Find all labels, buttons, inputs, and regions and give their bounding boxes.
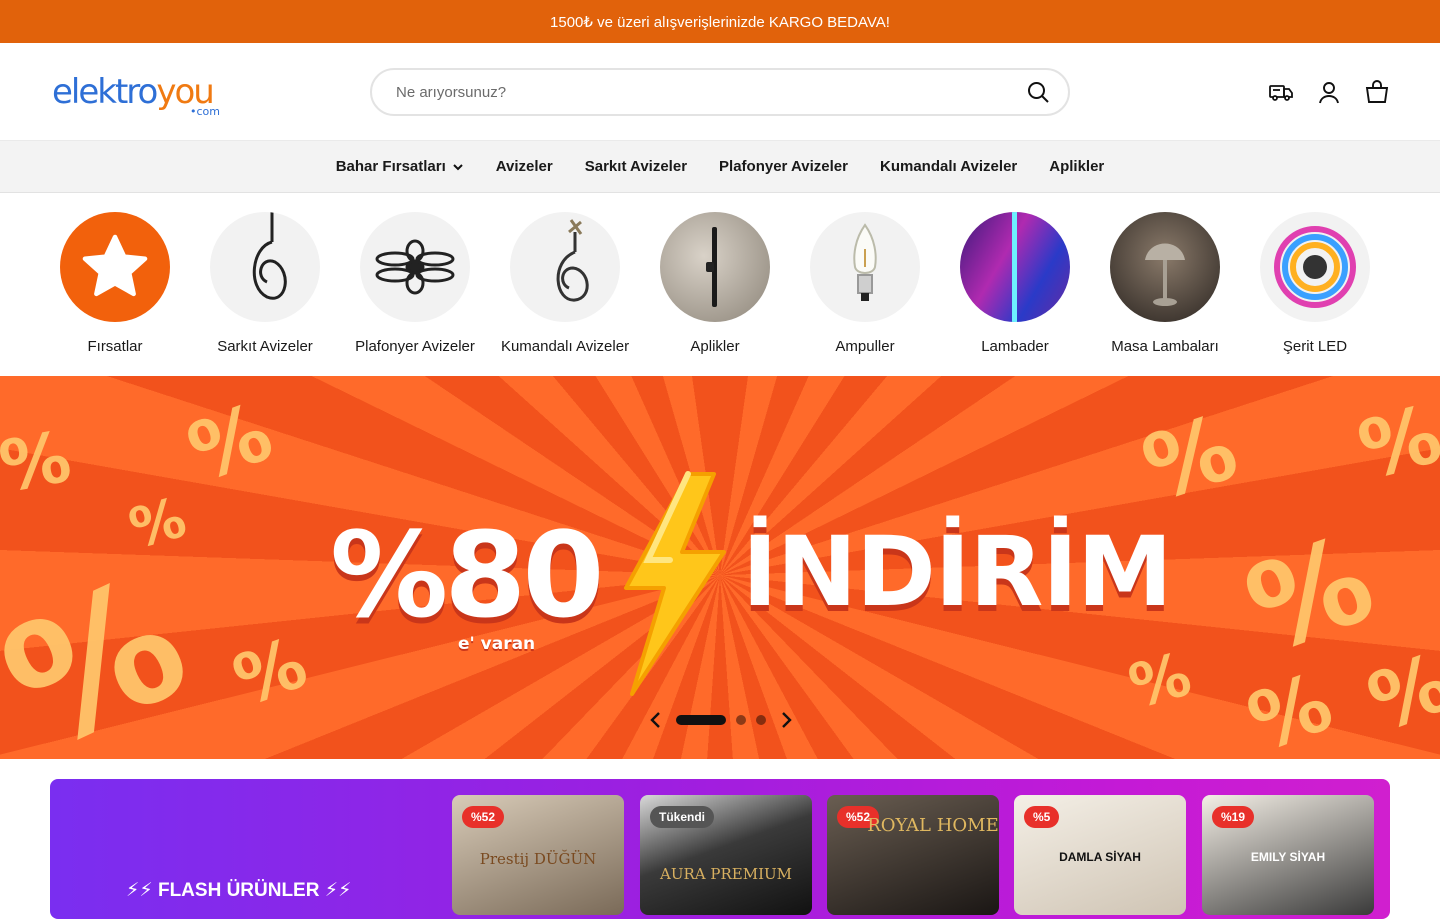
category-item[interactable]: Lambader <box>960 212 1070 376</box>
category-item[interactable]: Ampuller <box>810 212 920 376</box>
slide-dot-2[interactable] <box>736 715 746 725</box>
product-card[interactable]: %19 EMILY SİYAH <box>1202 795 1374 915</box>
bulb-icon <box>810 212 920 322</box>
site-header: elektroyou •com <box>0 43 1440 140</box>
site-logo[interactable]: elektroyou •com <box>52 72 222 118</box>
chevron-right-icon[interactable] <box>776 710 796 730</box>
product-image-text: AURA PREMIUM <box>660 865 792 883</box>
chevron-down-icon <box>453 163 463 170</box>
hero-banner[interactable]: % % % % % % % % % % % %80 e' varan İNDİR… <box>0 376 1440 759</box>
nav-item-avizeler[interactable]: Avizeler <box>496 158 553 175</box>
percent-decoration: % <box>1356 635 1440 750</box>
slide-dot-1[interactable] <box>676 715 726 725</box>
search-input[interactable] <box>396 83 1026 101</box>
announcement-bar: 1500₺ ve üzeri alışverişlerinizde KARGO … <box>0 0 1440 43</box>
main-nav: Bahar Fırsatları Avizeler Sarkıt Avizele… <box>0 140 1440 193</box>
remote-chandelier-icon <box>510 212 620 322</box>
nav-item-kumandali-avizeler[interactable]: Kumandalı Avizeler <box>880 158 1017 175</box>
truck-icon[interactable] <box>1268 79 1294 105</box>
banner-headline: İNDİRİM <box>742 516 1173 628</box>
category-item[interactable]: Sarkıt Avizeler <box>210 212 320 376</box>
led-strip-icon <box>1260 212 1370 322</box>
percent-decoration: % <box>223 621 318 723</box>
banner-discount: %80 <box>330 506 604 644</box>
chevron-left-icon[interactable] <box>646 710 666 730</box>
percent-decoration: % <box>1130 394 1250 523</box>
flash-products-section: ⚡⚡ FLASH ÜRÜNLER ⚡⚡ %52 Prestij DÜĞÜN Tü… <box>50 779 1390 919</box>
slider-controls <box>646 710 796 730</box>
star-icon <box>60 212 170 322</box>
category-carousel: Fırsatlar Sarkıt Avizeler Plafonyer Aviz… <box>0 193 1440 376</box>
product-image-text: EMILY SİYAH <box>1250 850 1326 864</box>
category-item[interactable]: Şerit LED <box>1260 212 1370 376</box>
product-image-text: Prestij DÜĞÜN <box>479 850 597 868</box>
discount-badge: %19 <box>1212 806 1255 828</box>
header-actions <box>1268 79 1390 105</box>
product-card[interactable]: %52 ROYAL HOME <box>827 795 999 915</box>
category-item[interactable]: Fırsatlar <box>60 212 170 376</box>
nav-item-bahar-firsatlari[interactable]: Bahar Fırsatları <box>336 158 464 175</box>
sold-out-badge: Tükendi <box>650 806 715 828</box>
nav-item-aplikler[interactable]: Aplikler <box>1049 158 1104 175</box>
product-card[interactable]: Tükendi AURA PREMIUM <box>640 795 812 915</box>
discount-badge: %52 <box>462 806 505 828</box>
lightning-bolt-icon <box>624 471 726 696</box>
table-lamp-icon <box>1110 212 1220 322</box>
percent-decoration: % <box>0 415 77 509</box>
percent-decoration: % <box>1121 639 1199 723</box>
discount-badge: %5 <box>1024 806 1060 828</box>
nav-item-sarkit-avizeler[interactable]: Sarkıt Avizeler <box>585 158 687 175</box>
announcement-text: 1500₺ ve üzeri alışverişlerinizde KARGO … <box>550 13 890 31</box>
bag-icon[interactable] <box>1364 79 1390 105</box>
product-image-text: DAMLA SİYAH <box>1059 850 1141 864</box>
banner-subtext: e' varan <box>458 634 536 654</box>
product-card[interactable]: %52 Prestij DÜĞÜN <box>452 795 624 915</box>
product-card[interactable]: %5 DAMLA SİYAH <box>1014 795 1186 915</box>
ceiling-lamp-icon <box>360 212 470 322</box>
product-image-text: ROYAL HOME <box>867 815 999 836</box>
pendant-lamp-icon <box>210 212 320 322</box>
search-icon[interactable] <box>1026 80 1050 104</box>
user-icon[interactable] <box>1316 79 1342 105</box>
flash-title: ⚡⚡ FLASH ÜRÜNLER ⚡⚡ <box>126 880 352 901</box>
search-bar <box>370 68 1070 116</box>
percent-decoration: % <box>1349 387 1440 498</box>
wall-lamp-icon <box>660 212 770 322</box>
percent-decoration: % <box>0 539 215 759</box>
category-item[interactable]: Masa Lambaları <box>1110 212 1220 376</box>
slide-dot-3[interactable] <box>756 715 766 725</box>
category-item[interactable]: Kumandalı Avizeler <box>501 212 629 376</box>
percent-decoration: % <box>176 385 284 500</box>
category-item[interactable]: Aplikler <box>660 212 770 376</box>
percent-decoration: % <box>1236 655 1344 759</box>
category-item[interactable]: Plafonyer Avizeler <box>355 212 475 376</box>
floor-lamp-icon <box>960 212 1070 322</box>
nav-item-plafonyer-avizeler[interactable]: Plafonyer Avizeler <box>719 158 848 175</box>
